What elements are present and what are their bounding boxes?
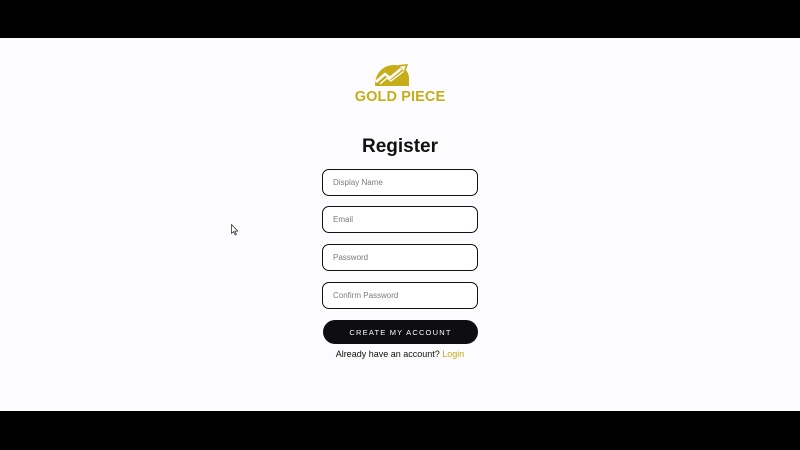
letterbox-bottom xyxy=(0,411,800,450)
register-page: GOLD PIECE Register CREATE MY ACCOUNT Al… xyxy=(0,38,800,411)
page-title: Register xyxy=(361,136,439,157)
login-prompt-row: Already have an account? Login xyxy=(300,349,500,359)
email-input[interactable] xyxy=(322,206,478,233)
brand-logo[interactable]: GOLD PIECE xyxy=(354,62,446,106)
login-prompt-text: Already have an account? xyxy=(335,349,440,359)
letterbox-top xyxy=(0,0,800,38)
confirm-password-input[interactable] xyxy=(322,282,478,309)
login-link[interactable]: Login xyxy=(442,349,464,359)
brand-name: GOLD PIECE xyxy=(354,89,446,105)
password-input[interactable] xyxy=(322,244,478,271)
create-account-button[interactable]: CREATE MY ACCOUNT xyxy=(323,320,478,344)
mouse-cursor-icon xyxy=(231,224,239,236)
chart-arrow-up-icon xyxy=(375,64,409,86)
display-name-input[interactable] xyxy=(322,169,478,196)
